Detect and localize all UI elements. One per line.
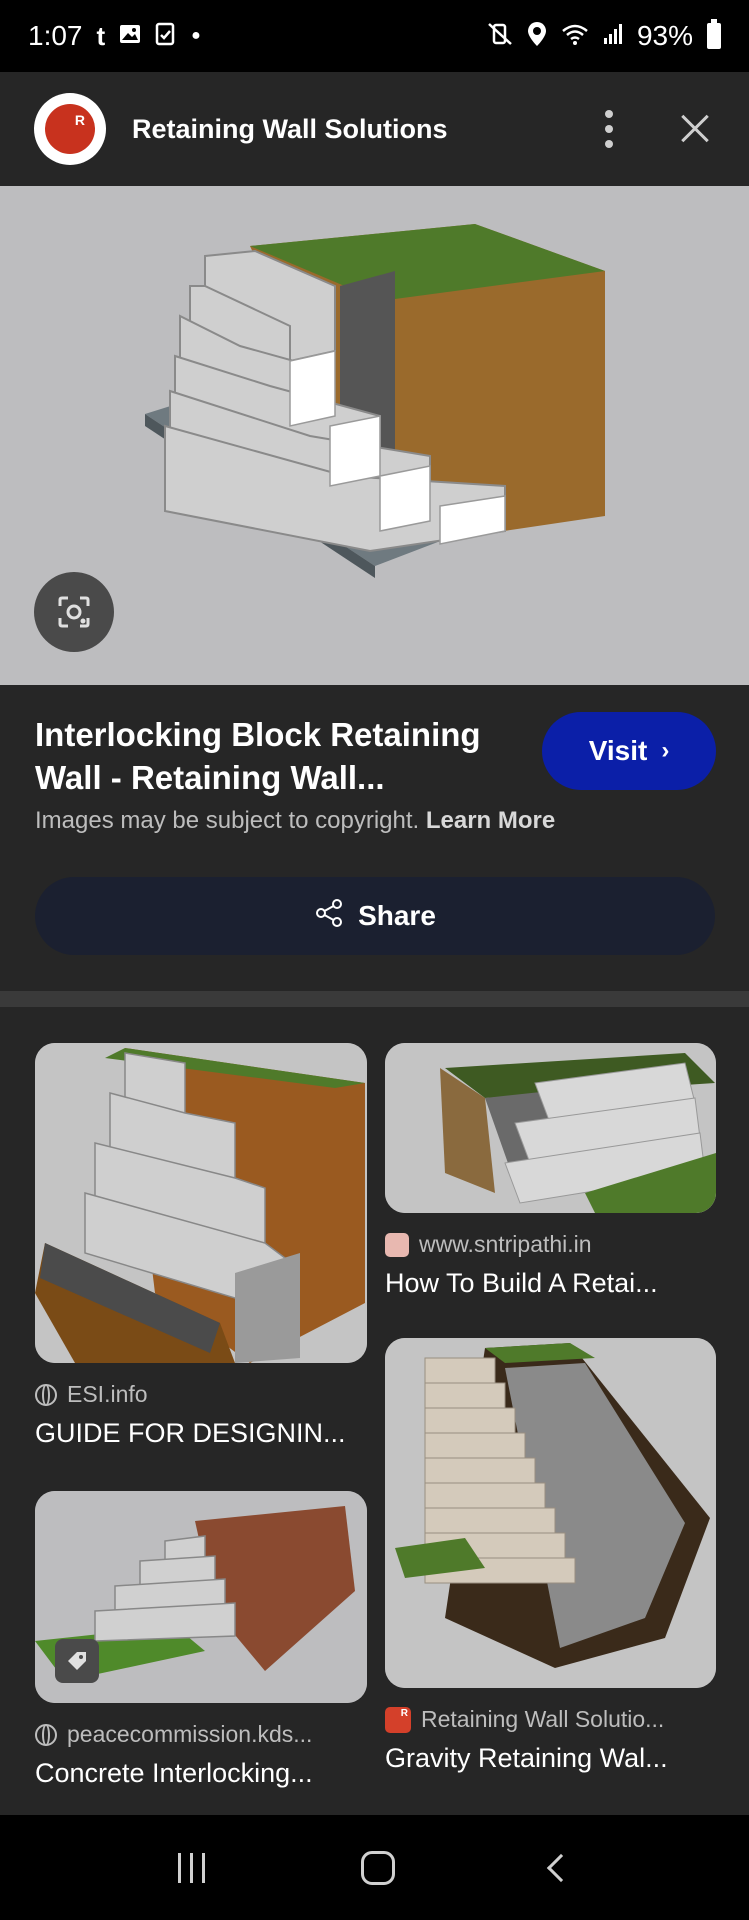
card-title: How To Build A Retai... [385, 1268, 658, 1298]
system-nav-bar [0, 1815, 749, 1920]
battery-percent: 93% [636, 20, 693, 51]
chevron-right-icon: › [661, 737, 670, 764]
close-icon[interactable] [675, 109, 715, 149]
signal-icon [603, 23, 623, 50]
dot-icon: ● [191, 27, 201, 44]
viewer-header: Retaining Wall Solutions [0, 72, 749, 186]
related-images-grid: ESI.info GUIDE FOR DESIGNIN... www.sntri… [0, 1007, 749, 1815]
tumblr-icon: t [96, 21, 106, 51]
tag-icon[interactable] [55, 1639, 99, 1683]
share-label: Share [358, 900, 436, 931]
share-button[interactable]: Share [35, 877, 715, 955]
site-name[interactable]: Retaining Wall Solutions [132, 114, 589, 145]
status-bar: 1:07 t ● 93% [0, 0, 749, 72]
card-title: GUIDE FOR DESIGNIN... [35, 1418, 346, 1448]
source-label: peacecommission.kds... [67, 1721, 313, 1747]
related-card[interactable]: ESI.info GUIDE FOR DESIGNIN... [35, 1043, 367, 1449]
location-icon [527, 21, 547, 52]
related-image[interactable] [35, 1043, 367, 1363]
mute-vibrate-icon [487, 22, 513, 51]
card-source: Retaining Wall Solutio... [385, 1706, 716, 1733]
copyright-text: Images may be subject to copyright. [35, 807, 420, 834]
back-icon[interactable] [546, 1853, 576, 1882]
lens-search-icon[interactable] [34, 572, 114, 652]
related-image[interactable] [385, 1043, 716, 1213]
learn-more-link[interactable]: Learn More [426, 807, 555, 834]
visit-button[interactable]: Visit › [542, 712, 716, 790]
globe-icon [35, 1723, 57, 1746]
result-title[interactable]: Interlocking Block Retaining Wall - Reta… [35, 713, 505, 799]
source-label: Retaining Wall Solutio... [421, 1706, 665, 1732]
site-favicon-icon [385, 1232, 409, 1257]
related-image[interactable] [385, 1338, 716, 1688]
globe-icon [35, 1383, 57, 1406]
related-card[interactable]: peacecommission.kds... Concrete Interloc… [35, 1491, 367, 1789]
card-source: peacecommission.kds... [35, 1721, 367, 1748]
source-label: ESI.info [67, 1381, 148, 1407]
clipboard-icon [155, 22, 177, 51]
wifi-icon [561, 22, 589, 51]
gallery-icon [119, 23, 141, 50]
section-divider [0, 991, 749, 1007]
visit-label: Visit [588, 735, 648, 766]
site-logo[interactable] [34, 93, 106, 165]
card-title: Concrete Interlocking... [35, 1758, 313, 1788]
related-card[interactable]: www.sntripathi.in How To Build A Retai..… [385, 1043, 716, 1299]
card-source: ESI.info [35, 1381, 367, 1408]
home-icon[interactable] [361, 1850, 395, 1885]
recent-apps-icon[interactable] [178, 1852, 205, 1883]
status-time: 1:07 [28, 20, 83, 51]
more-options-icon[interactable] [589, 99, 629, 159]
related-card[interactable]: Retaining Wall Solutio... Gravity Retain… [385, 1338, 716, 1774]
card-title: Gravity Retaining Wal... [385, 1743, 668, 1773]
site-favicon-icon [385, 1706, 411, 1733]
source-label: www.sntripathi.in [419, 1231, 592, 1257]
copyright-notice: Images may be subject to copyright. Lear… [35, 807, 555, 835]
battery-icon [707, 19, 721, 49]
card-source: www.sntripathi.in [385, 1231, 716, 1258]
result-info: Interlocking Block Retaining Wall - Reta… [0, 685, 749, 991]
related-image[interactable] [35, 1491, 367, 1703]
share-icon [314, 898, 344, 935]
main-image[interactable] [0, 186, 749, 685]
